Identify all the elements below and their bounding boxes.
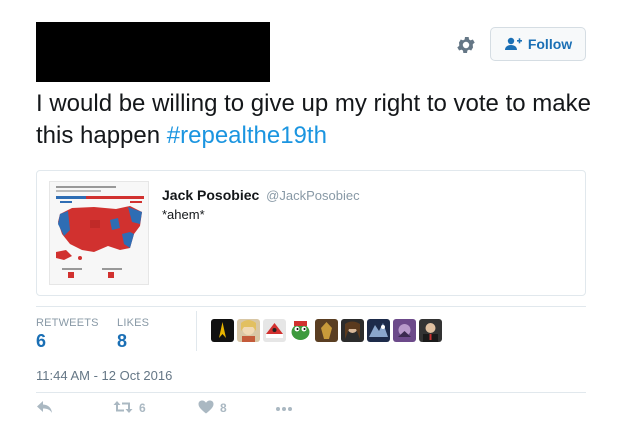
avatar[interactable]	[315, 319, 338, 342]
add-user-icon	[504, 37, 522, 51]
avatar[interactable]	[263, 319, 286, 342]
more-button[interactable]	[275, 398, 293, 418]
avatar[interactable]	[211, 319, 234, 342]
heart-icon	[198, 400, 214, 417]
gear-icon[interactable]	[455, 34, 477, 56]
quoted-author[interactable]: Jack Posobiec @JackPosobiec	[162, 187, 360, 203]
likes-count: 8	[117, 331, 128, 351]
avatar[interactable]	[237, 319, 260, 342]
tweet-stats: RETWEETS 6 LIKES 8	[36, 306, 586, 354]
like-button[interactable]: 8	[198, 398, 227, 418]
avatar[interactable]	[393, 319, 416, 342]
reply-button[interactable]	[36, 398, 53, 418]
retweets-count: 6	[36, 331, 47, 351]
retweet-count: 6	[139, 401, 146, 415]
follow-button[interactable]: Follow	[490, 27, 586, 61]
quoted-tweet-image[interactable]	[49, 181, 149, 285]
tweet-actions: 6 8	[36, 398, 586, 418]
quoted-author-name: Jack Posobiec	[162, 187, 260, 203]
avatar[interactable]	[341, 319, 364, 342]
tweet-timestamp[interactable]: 11:44 AM - 12 Oct 2016	[36, 368, 172, 383]
likes-label: LIKES	[117, 317, 150, 329]
avatar[interactable]	[419, 319, 442, 342]
like-count: 8	[220, 401, 227, 415]
hashtag-link[interactable]: #repealthe19th	[167, 122, 327, 149]
more-icon	[275, 401, 293, 415]
quoted-author-handle: @JackPosobiec	[266, 188, 360, 203]
follow-label: Follow	[527, 36, 573, 52]
redacted-user-block	[36, 22, 270, 82]
quoted-tweet-card[interactable]: Jack Posobiec @JackPosobiec *ahem*	[36, 170, 586, 296]
actions-divider	[36, 392, 586, 393]
avatar[interactable]	[289, 319, 312, 342]
retweet-button[interactable]: 6	[113, 398, 146, 418]
retweets-label: RETWEETS	[36, 317, 99, 329]
tweet-text: I would be willing to give up my right t…	[36, 88, 596, 152]
quoted-tweet-text: *ahem*	[162, 207, 205, 222]
avatar[interactable]	[367, 319, 390, 342]
retweet-icon	[113, 400, 133, 417]
stats-divider	[196, 311, 197, 351]
retweets-stat[interactable]: RETWEETS 6	[36, 317, 99, 352]
liker-avatars	[211, 319, 442, 342]
likes-stat[interactable]: LIKES 8	[117, 317, 149, 352]
reply-icon	[36, 400, 53, 417]
